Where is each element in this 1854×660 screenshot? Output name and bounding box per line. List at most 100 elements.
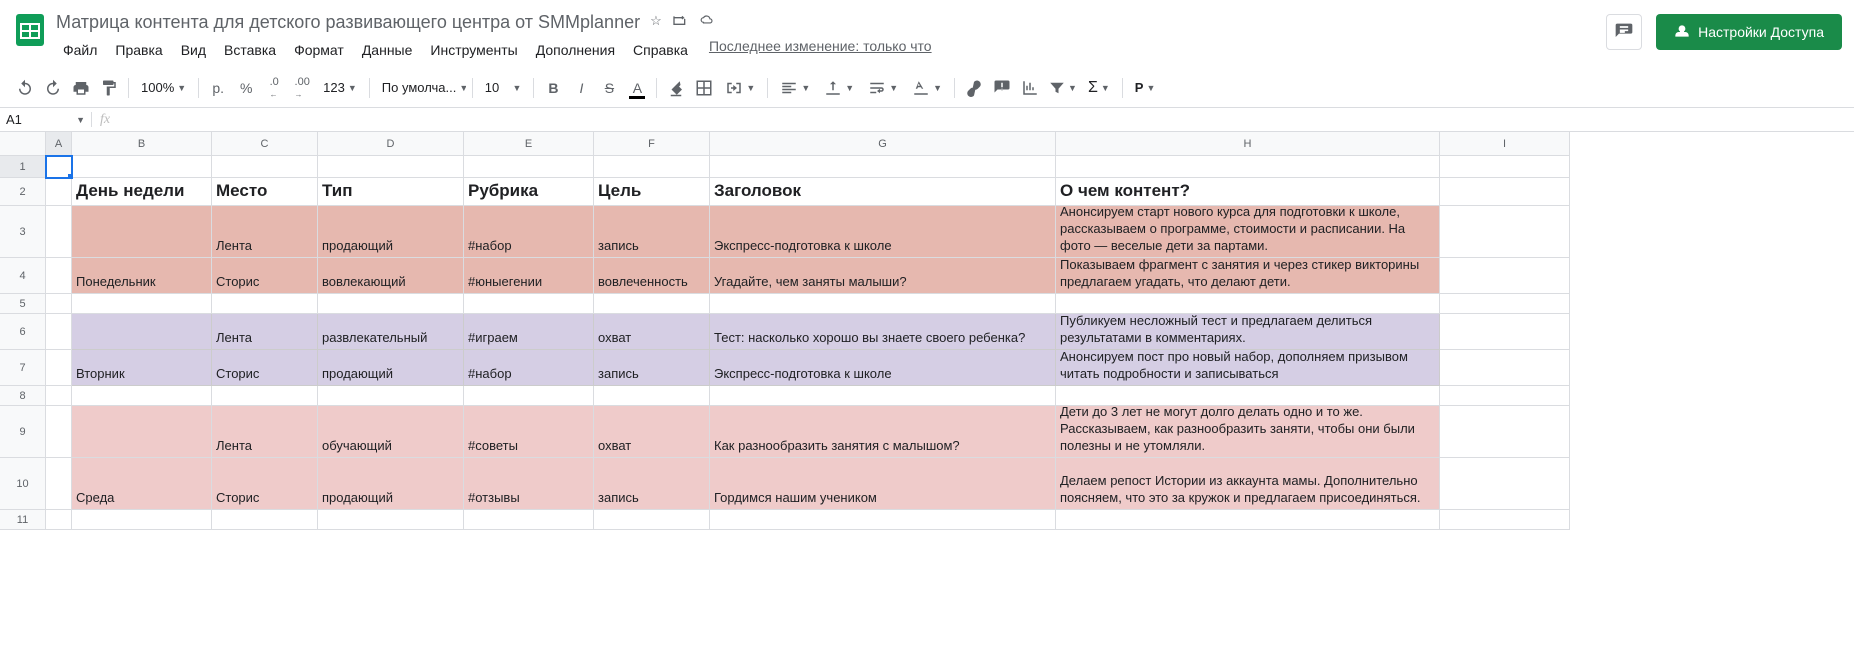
text-color-button[interactable]: A: [624, 75, 650, 101]
cell[interactable]: [1440, 458, 1570, 510]
col-header-D[interactable]: D: [318, 132, 464, 156]
cell[interactable]: Место: [212, 178, 318, 206]
col-header-I[interactable]: I: [1440, 132, 1570, 156]
cell[interactable]: Цель: [594, 178, 710, 206]
strikethrough-button[interactable]: S: [596, 75, 622, 101]
cell[interactable]: О чем контент?: [1056, 178, 1440, 206]
cell[interactable]: [318, 294, 464, 314]
cell[interactable]: [212, 510, 318, 530]
menu-edit[interactable]: Правка: [108, 38, 169, 62]
cell[interactable]: [464, 386, 594, 406]
cell[interactable]: [594, 386, 710, 406]
document-title[interactable]: Матрица контента для детского развивающе…: [56, 12, 640, 33]
cell[interactable]: Тест: насколько хорошо вы знаете своего …: [710, 314, 1056, 350]
cell[interactable]: [46, 510, 72, 530]
cell[interactable]: [710, 156, 1056, 178]
cell[interactable]: вовлеченность: [594, 258, 710, 294]
cell[interactable]: День недели: [72, 178, 212, 206]
cell[interactable]: [1440, 314, 1570, 350]
cell[interactable]: [46, 350, 72, 386]
cell[interactable]: Угадайте, чем заняты малыши?: [710, 258, 1056, 294]
cell[interactable]: [594, 510, 710, 530]
decrease-decimal-button[interactable]: .0←: [261, 75, 287, 101]
font-size-select[interactable]: 10 ▼: [479, 75, 528, 101]
col-header-G[interactable]: G: [710, 132, 1056, 156]
row-header[interactable]: 6: [0, 314, 46, 350]
cloud-icon[interactable]: [698, 13, 716, 32]
cell[interactable]: продающий: [318, 458, 464, 510]
cell[interactable]: [1440, 406, 1570, 458]
cell[interactable]: [46, 386, 72, 406]
cell[interactable]: [1440, 206, 1570, 258]
cell[interactable]: [1056, 510, 1440, 530]
cell[interactable]: [46, 178, 72, 206]
h-align-button[interactable]: ▼: [774, 75, 816, 101]
filter-button[interactable]: ▼: [1045, 75, 1080, 101]
col-header-B[interactable]: B: [72, 132, 212, 156]
cell[interactable]: Лента: [212, 406, 318, 458]
cyrillic-r-button[interactable]: Р▼: [1129, 75, 1162, 101]
menu-insert[interactable]: Вставка: [217, 38, 283, 62]
print-button[interactable]: [68, 75, 94, 101]
cell[interactable]: [710, 294, 1056, 314]
row-header[interactable]: 11: [0, 510, 46, 530]
insert-chart-button[interactable]: [1017, 75, 1043, 101]
cell[interactable]: [1440, 178, 1570, 206]
cell[interactable]: [72, 156, 212, 178]
cell[interactable]: [72, 314, 212, 350]
cell[interactable]: [46, 458, 72, 510]
cell[interactable]: [1440, 156, 1570, 178]
cell[interactable]: обучающий: [318, 406, 464, 458]
cell[interactable]: #набор: [464, 350, 594, 386]
insert-link-button[interactable]: [961, 75, 987, 101]
paint-format-button[interactable]: [96, 75, 122, 101]
cell[interactable]: продающий: [318, 350, 464, 386]
cell[interactable]: запись: [594, 206, 710, 258]
cell[interactable]: [72, 406, 212, 458]
cell[interactable]: Делаем репост Истории из аккаунта мамы. …: [1056, 458, 1440, 510]
cell[interactable]: Заголовок: [710, 178, 1056, 206]
v-align-button[interactable]: ▼: [818, 75, 860, 101]
row-header[interactable]: 7: [0, 350, 46, 386]
menu-data[interactable]: Данные: [355, 38, 420, 62]
cell[interactable]: [1440, 386, 1570, 406]
row-header[interactable]: 5: [0, 294, 46, 314]
cell[interactable]: развлекательный: [318, 314, 464, 350]
italic-button[interactable]: I: [568, 75, 594, 101]
insert-comment-button[interactable]: [989, 75, 1015, 101]
cell[interactable]: [1440, 258, 1570, 294]
cell[interactable]: [46, 258, 72, 294]
menu-addons[interactable]: Дополнения: [529, 38, 622, 62]
cell[interactable]: #играем: [464, 314, 594, 350]
cell[interactable]: Сторис: [212, 350, 318, 386]
borders-button[interactable]: [691, 75, 717, 101]
star-icon[interactable]: ☆: [650, 13, 662, 32]
cell[interactable]: [212, 156, 318, 178]
cell[interactable]: запись: [594, 350, 710, 386]
row-header[interactable]: 1: [0, 156, 46, 178]
text-rotate-button[interactable]: ▼: [906, 75, 948, 101]
cell[interactable]: Среда: [72, 458, 212, 510]
cell[interactable]: Показываем фрагмент с занятия и через ст…: [1056, 258, 1440, 294]
currency-button[interactable]: р.: [205, 75, 231, 101]
row-header[interactable]: 10: [0, 458, 46, 510]
cell[interactable]: [72, 510, 212, 530]
cell[interactable]: [464, 294, 594, 314]
cell[interactable]: [1056, 294, 1440, 314]
cell[interactable]: [1056, 156, 1440, 178]
row-header[interactable]: 8: [0, 386, 46, 406]
cell[interactable]: охват: [594, 314, 710, 350]
cell[interactable]: Как разнообразить занятия с малышом?: [710, 406, 1056, 458]
cell[interactable]: [1056, 386, 1440, 406]
cell[interactable]: Экспресс-подготовка к школе: [710, 350, 1056, 386]
cell[interactable]: Сторис: [212, 258, 318, 294]
cell[interactable]: [1440, 350, 1570, 386]
menu-help[interactable]: Справка: [626, 38, 695, 62]
cell[interactable]: Лента: [212, 206, 318, 258]
cell[interactable]: [464, 156, 594, 178]
cell[interactable]: [212, 386, 318, 406]
redo-button[interactable]: [40, 75, 66, 101]
sheets-logo[interactable]: [12, 8, 56, 51]
cell[interactable]: запись: [594, 458, 710, 510]
formula-input[interactable]: [118, 108, 1854, 131]
